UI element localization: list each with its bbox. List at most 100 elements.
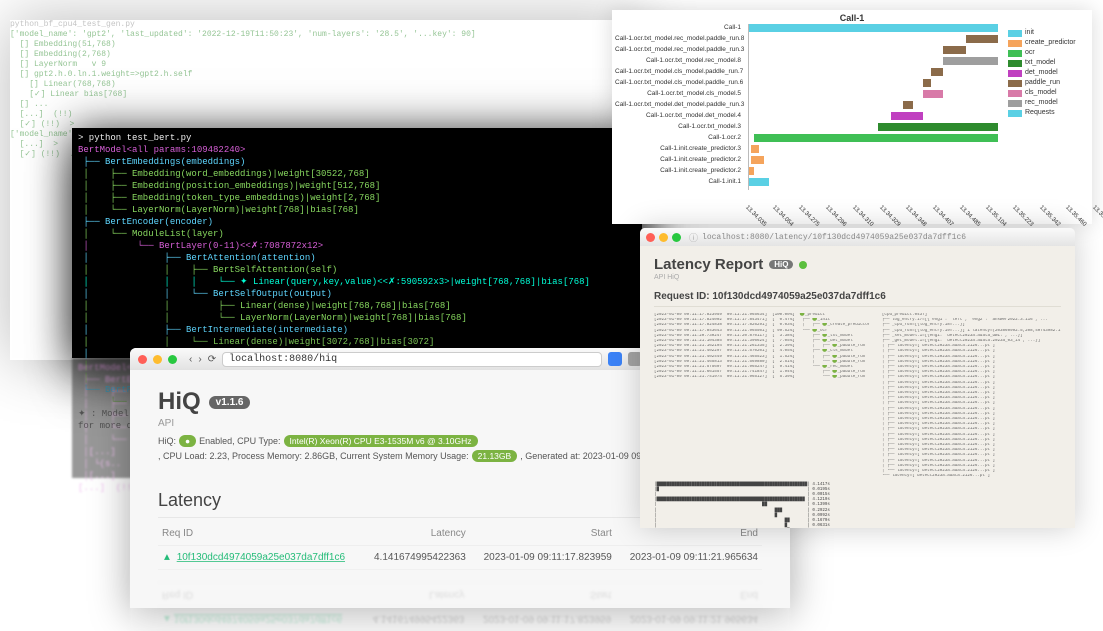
reload-icon[interactable]: ⟳ (208, 354, 216, 365)
gantt-ylabel: Call-1.ocr.txt_model.3 (615, 123, 745, 134)
gantt-ylabel: Call-1.init.create_predictor.3 (615, 145, 745, 156)
gantt-ylabel: Call-1.ocr.txt_model.cls_model.paddle_ru… (615, 79, 745, 90)
gantt-bar (754, 134, 998, 142)
x-tick: 13.34.275 (797, 204, 822, 229)
x-axis-ticks: 13.34.03513.34.05413.34.27513.34.29613.3… (749, 204, 998, 212)
gantt-bar (878, 123, 998, 131)
close-icon[interactable] (138, 355, 147, 364)
legend-item: paddle_run (1008, 78, 1088, 88)
editor-filename: python_bf_cpu4_test_gen.py (10, 20, 640, 30)
gantt-bar (903, 101, 913, 109)
gantt-ylabel: Call-1.init.create_predictor.2 (615, 167, 745, 178)
x-tick: 13.35.342 (1037, 204, 1062, 229)
x-tick: 13.35.104 (984, 204, 1009, 229)
lat-trace-tree: [cpu_predict.0437]├── log_entry.17=[{'en… (882, 313, 1061, 480)
legend-item: ocr (1008, 48, 1088, 58)
gantt-bar (966, 35, 998, 43)
y-axis-labels: Call-1Call-1.ocr.txt_model.rec_model.pad… (615, 24, 745, 189)
gantt-ylabel: Call-1.ocr.txt_model.rec_model.8 (615, 57, 745, 68)
gantt-ylabel: Call-1 (615, 24, 745, 35)
status-prefix: HiQ: (158, 436, 176, 446)
terminal-window: > python test_bert.py BertModel<all para… (72, 128, 642, 358)
lat-timing-tree: [2023-01-09 09:11:17.823959 09:11:21.965… (654, 313, 878, 480)
gantt-ylabel: Call-1.ocr.txt_model.cls_model.paddle_ru… (615, 68, 745, 79)
legend-item: cls_model (1008, 88, 1088, 98)
x-tick: 13.35.579 (1090, 204, 1103, 229)
lat-body: Latency Report HiQ API HiQ Request ID: 1… (640, 246, 1075, 528)
x-tick: 13.34.348 (904, 204, 929, 229)
x-tick: 13.34.296 (823, 204, 848, 229)
version-badge: v1.1.6 (209, 396, 251, 409)
gantt-chart: Call-1 Call-1Call-1.ocr.txt_model.rec_mo… (612, 10, 1092, 224)
terminal-command: > python test_bert.py (78, 132, 636, 144)
ext-icon[interactable] (608, 352, 622, 366)
gantt-ylabel: Call-1.init.1 (615, 178, 745, 189)
col-latency: Latency (363, 522, 470, 546)
lat-heading: Latency Report HiQ (654, 256, 1061, 273)
hiq-badge: HiQ (769, 260, 793, 269)
back-icon[interactable]: ‹ (189, 354, 192, 365)
lat-log-area: [2023-01-09 09:11:17.823959 09:11:21.965… (654, 313, 1061, 480)
x-tick: 13.35.223 (1010, 204, 1035, 229)
gantt-ylabel: Call-1.ocr.txt_model.det_model.4 (615, 112, 745, 123)
gantt-ylabel: Call-1.ocr.txt_model.cls_model.5 (615, 90, 745, 101)
hiq-reflection: ▲10f130dcd4974059a25e037da7dff1c6 4.1416… (130, 560, 790, 630)
lat-title-text: Latency Report (654, 256, 763, 273)
x-tick: 13.34.407 (930, 204, 955, 229)
x-tick: 13.34.035 (743, 204, 768, 229)
x-tick: 13.34.485 (957, 204, 982, 229)
gantt-bar (751, 156, 763, 164)
gantt-ylabel: Call-1.init.create_predictor.2 (615, 156, 745, 167)
gantt-ylabel: Call-1.ocr.txt_model.rec_model.paddle_ru… (615, 35, 745, 46)
mem-pill: 21.13GB (472, 450, 518, 462)
chart-title: Call-1 (618, 14, 1086, 22)
minimize-icon[interactable] (153, 355, 162, 364)
enabled-label: Enabled, CPU Type: (199, 436, 280, 446)
legend-item: rec_model (1008, 98, 1088, 108)
lat-api-link[interactable]: API HiQ (654, 274, 1061, 281)
gantt-bar (749, 167, 754, 175)
zoom-icon[interactable] (672, 233, 681, 242)
lat-titlebar: ⓘ localhost:8080/latency/10f130dcd497405… (640, 228, 1075, 246)
chart-legend: initcreate_predictorocrtxt_modeldet_mode… (1008, 28, 1088, 118)
forward-icon[interactable]: › (198, 354, 201, 365)
legend-item: Requests (1008, 108, 1088, 118)
gantt-bar (891, 112, 923, 120)
gantt-ylabel: Call-1.ocr.2 (615, 134, 745, 145)
gantt-bar (749, 178, 769, 186)
gantt-bar (943, 46, 965, 54)
minimize-icon[interactable] (659, 233, 668, 242)
lock-icon: ⓘ (689, 231, 698, 244)
enabled-pill: ● (179, 435, 196, 447)
status-dot-icon (799, 261, 807, 269)
col-reqid: Req ID (158, 522, 363, 546)
legend-item: txt_model (1008, 58, 1088, 68)
x-tick: 13.34.329 (877, 204, 902, 229)
gantt-bar (749, 24, 998, 32)
lat-request-id: Request ID: 10f130dcd4974059a25e037da7df… (654, 291, 1061, 307)
gantt-bar (931, 68, 943, 76)
gantt-bar (751, 145, 758, 153)
cpu-pill: Intel(R) Xeon(R) CPU E3-1535M v6 @ 3.10G… (284, 435, 478, 447)
hiq-title-text: HiQ (158, 388, 201, 416)
gantt-ylabel: Call-1.ocr.txt_model.det_model.paddle_ru… (615, 101, 745, 112)
gantt-ylabel: Call-1.ocr.txt_model.rec_model.paddle_ru… (615, 46, 745, 57)
lat-address[interactable]: localhost:8080/latency/10f130dcd4974059a… (702, 233, 1069, 242)
lat-ascii-bars: |███████████████████████████████████████… (654, 483, 1061, 529)
gantt-bar (923, 90, 943, 98)
close-icon[interactable] (646, 233, 655, 242)
address-bar[interactable]: localhost:8080/hiq (222, 352, 602, 367)
legend-item: create_predictor (1008, 38, 1088, 48)
x-tick: 13.34.054 (770, 204, 795, 229)
x-tick: 13.34.310 (850, 204, 875, 229)
mid-label: , CPU Load: 2.23, Process Memory: 2.86GB… (158, 451, 469, 461)
gantt-bar (923, 79, 930, 87)
gantt-bar (943, 57, 998, 65)
x-tick: 13.35.460 (1064, 204, 1089, 229)
chart-plot: Call-1Call-1.ocr.txt_model.rec_model.pad… (748, 24, 998, 190)
legend-item: init (1008, 28, 1088, 38)
legend-item: det_model (1008, 68, 1088, 78)
latency-report-window: ⓘ localhost:8080/latency/10f130dcd497405… (640, 228, 1075, 528)
zoom-icon[interactable] (168, 355, 177, 364)
col-start: Start (470, 522, 616, 546)
